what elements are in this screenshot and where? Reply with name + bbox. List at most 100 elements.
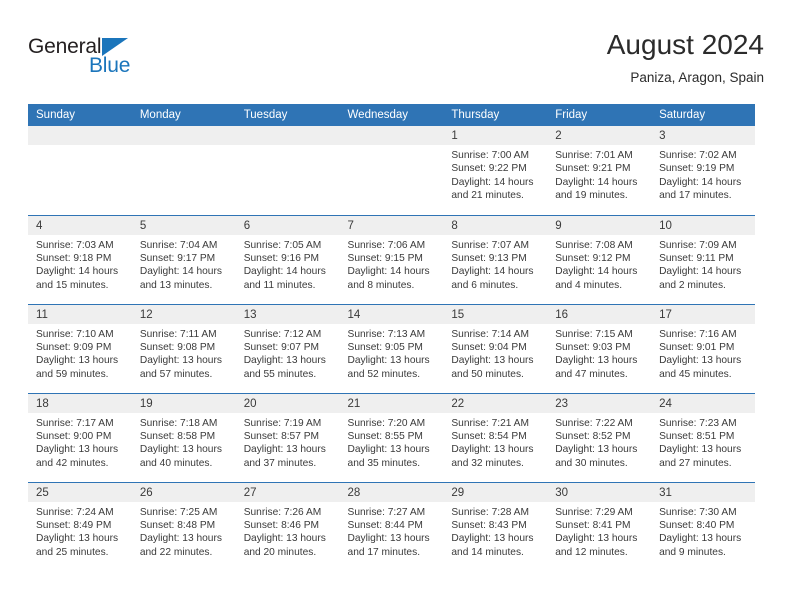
sunset-text: Sunset: 8:52 PM	[555, 430, 631, 442]
sunrise-text: Sunrise: 7:10 AM	[36, 328, 114, 340]
sunset-text: Sunset: 9:15 PM	[347, 252, 423, 264]
calendar-day-cell-empty	[28, 126, 132, 215]
day-number: 15	[443, 304, 548, 324]
day-number: 21	[339, 393, 444, 413]
weekday-header-tuesday: Tuesday	[235, 104, 340, 126]
calendar-day-cell[interactable]: 29 Sunrise: 7:28 AM Sunset: 8:43 PM Dayligh…	[443, 481, 548, 571]
sunset-text: Sunset: 8:46 PM	[243, 519, 320, 531]
sunrise-text: Sunrise: 7:26 AM	[243, 506, 322, 518]
sunset-text: Sunset: 8:57 PM	[243, 430, 320, 442]
day-details: Sunrise: 7:09 AM Sunset: 9:11 PM Daylight:…	[651, 235, 755, 293]
calendar-day-cell[interactable]: 18 Sunrise: 7:17 AM Sunset: 9:00 PM Dayligh…	[28, 392, 132, 482]
sunset-text: Sunset: 8:43 PM	[451, 519, 527, 531]
daylight-text: Daylight: 13 hours and 17 minutes.	[347, 533, 430, 558]
calendar-day-cell[interactable]: 21 Sunrise: 7:20 AM Sunset: 8:55 PM Dayligh…	[339, 392, 444, 482]
sunset-text: Sunset: 9:04 PM	[451, 341, 527, 353]
day-details: Sunrise: 7:23 AM Sunset: 8:51 PM Daylight:…	[651, 413, 755, 471]
calendar-day-cell[interactable]: 24 Sunrise: 7:23 AM Sunset: 8:51 PM Dayligh…	[651, 392, 755, 482]
calendar-week-row: 18 Sunrise: 7:17 AM Sunset: 9:00 PM Dayligh…	[28, 392, 755, 482]
day-number: 6	[235, 215, 340, 235]
day-number	[131, 126, 236, 145]
sunrise-text: Sunrise: 7:16 AM	[659, 328, 737, 340]
daylight-text: Daylight: 13 hours and 12 minutes.	[555, 533, 638, 558]
day-details: Sunrise: 7:16 AM Sunset: 9:01 PM Daylight:…	[651, 324, 755, 382]
daylight-text: Daylight: 13 hours and 47 minutes.	[555, 355, 638, 380]
sunset-text: Sunset: 9:07 PM	[243, 341, 320, 353]
sunset-text: Sunset: 9:08 PM	[139, 341, 216, 353]
day-details: Sunrise: 7:27 AM Sunset: 8:44 PM Daylight:…	[340, 502, 444, 560]
calendar-day-cell[interactable]: 22 Sunrise: 7:21 AM Sunset: 8:54 PM Dayligh…	[443, 392, 548, 482]
day-number: 28	[339, 482, 444, 502]
day-details	[28, 145, 132, 149]
daylight-text: Daylight: 13 hours and 59 minutes.	[36, 355, 119, 380]
day-details: Sunrise: 7:13 AM Sunset: 9:05 PM Daylight:…	[340, 324, 444, 382]
day-number: 27	[235, 482, 340, 502]
calendar-day-cell[interactable]: 11 Sunrise: 7:10 AM Sunset: 9:09 PM Dayligh…	[28, 303, 132, 393]
daylight-text: Daylight: 14 hours and 2 minutes.	[659, 266, 742, 291]
day-details: Sunrise: 7:02 AM Sunset: 9:19 PM Daylight:…	[651, 145, 755, 203]
day-details: Sunrise: 7:30 AM Sunset: 8:40 PM Daylight:…	[651, 502, 755, 560]
calendar-day-cell[interactable]: 2 Sunrise: 7:01 AM Sunset: 9:21 PM Daylight…	[547, 126, 652, 215]
daylight-text: Daylight: 14 hours and 21 minutes.	[451, 176, 534, 202]
calendar-week-row: 11 Sunrise: 7:10 AM Sunset: 9:09 PM Dayligh…	[28, 303, 755, 393]
calendar-day-cell[interactable]: 27 Sunrise: 7:26 AM Sunset: 8:46 PM Dayligh…	[235, 481, 340, 571]
sunrise-text: Sunrise: 7:07 AM	[451, 239, 529, 251]
calendar-day-cell[interactable]: 17 Sunrise: 7:16 AM Sunset: 9:01 PM Dayligh…	[651, 303, 755, 393]
calendar-day-cell[interactable]: 10 Sunrise: 7:09 AM Sunset: 9:11 PM Dayligh…	[651, 214, 755, 304]
day-details: Sunrise: 7:12 AM Sunset: 9:07 PM Daylight:…	[236, 324, 340, 382]
calendar-day-cell[interactable]: 1 Sunrise: 7:00 AM Sunset: 9:22 PM Daylight…	[443, 126, 548, 215]
calendar-day-cell-empty	[235, 126, 340, 215]
calendar-day-cell[interactable]: 26 Sunrise: 7:25 AM Sunset: 8:48 PM Dayligh…	[131, 481, 236, 571]
calendar-day-cell[interactable]: 6 Sunrise: 7:05 AM Sunset: 9:16 PM Daylight…	[235, 214, 340, 304]
day-number: 7	[339, 215, 444, 235]
general-blue-logo[interactable]: General Blue	[28, 36, 168, 84]
day-details: Sunrise: 7:15 AM Sunset: 9:03 PM Daylight:…	[547, 324, 651, 382]
sunrise-text: Sunrise: 7:12 AM	[243, 328, 322, 340]
calendar-week-row: 1 Sunrise: 7:00 AM Sunset: 9:22 PM Daylight…	[28, 126, 755, 215]
calendar-day-cell[interactable]: 14 Sunrise: 7:13 AM Sunset: 9:05 PM Dayligh…	[339, 303, 444, 393]
calendar-day-cell[interactable]: 8 Sunrise: 7:07 AM Sunset: 9:13 PM Daylight…	[443, 214, 548, 304]
day-number: 22	[443, 393, 548, 413]
day-number: 16	[547, 304, 652, 324]
calendar-day-cell[interactable]: 25 Sunrise: 7:24 AM Sunset: 8:49 PM Dayligh…	[28, 481, 132, 571]
sunrise-text: Sunrise: 7:29 AM	[555, 506, 633, 518]
day-number: 30	[547, 482, 652, 502]
daylight-text: Daylight: 14 hours and 11 minutes.	[243, 266, 326, 291]
day-details: Sunrise: 7:10 AM Sunset: 9:09 PM Daylight:…	[28, 324, 132, 382]
calendar-body: 1 Sunrise: 7:00 AM Sunset: 9:22 PM Daylight…	[28, 126, 755, 571]
sunset-text: Sunset: 9:00 PM	[36, 430, 112, 442]
calendar-day-cell[interactable]: 7 Sunrise: 7:06 AM Sunset: 9:15 PM Daylight…	[339, 214, 444, 304]
sunset-text: Sunset: 9:16 PM	[243, 252, 320, 264]
sunrise-text: Sunrise: 7:28 AM	[451, 506, 529, 518]
daylight-text: Daylight: 13 hours and 55 minutes.	[243, 355, 326, 380]
calendar-day-cell[interactable]: 9 Sunrise: 7:08 AM Sunset: 9:12 PM Daylight…	[547, 214, 652, 304]
calendar-page: General Blue August 2024 Paniza, Aragon,…	[0, 0, 792, 612]
calendar-day-cell[interactable]: 20 Sunrise: 7:19 AM Sunset: 8:57 PM Dayligh…	[235, 392, 340, 482]
sunrise-text: Sunrise: 7:08 AM	[555, 239, 633, 251]
calendar-day-cell[interactable]: 15 Sunrise: 7:14 AM Sunset: 9:04 PM Dayligh…	[443, 303, 548, 393]
calendar-day-cell[interactable]: 30 Sunrise: 7:29 AM Sunset: 8:41 PM Dayligh…	[547, 481, 652, 571]
sunrise-text: Sunrise: 7:25 AM	[139, 506, 218, 518]
sunset-text: Sunset: 9:09 PM	[36, 341, 112, 353]
calendar-day-cell[interactable]: 23 Sunrise: 7:22 AM Sunset: 8:52 PM Dayligh…	[547, 392, 652, 482]
daylight-text: Daylight: 13 hours and 40 minutes.	[139, 444, 222, 469]
sunset-text: Sunset: 8:54 PM	[451, 430, 527, 442]
calendar-day-cell[interactable]: 16 Sunrise: 7:15 AM Sunset: 9:03 PM Dayligh…	[547, 303, 652, 393]
calendar-day-cell[interactable]: 3 Sunrise: 7:02 AM Sunset: 9:19 PM Daylight…	[651, 126, 755, 215]
calendar-day-cell-empty	[339, 126, 444, 215]
calendar-day-cell[interactable]: 31 Sunrise: 7:30 AM Sunset: 8:40 PM Dayligh…	[651, 481, 755, 571]
sunrise-text: Sunrise: 7:09 AM	[659, 239, 737, 251]
calendar-day-cell[interactable]: 12 Sunrise: 7:11 AM Sunset: 9:08 PM Dayligh…	[131, 303, 236, 393]
daylight-text: Daylight: 14 hours and 13 minutes.	[139, 266, 222, 291]
sunrise-text: Sunrise: 7:01 AM	[555, 150, 633, 161]
calendar-day-cell[interactable]: 28 Sunrise: 7:27 AM Sunset: 8:44 PM Dayligh…	[339, 481, 444, 571]
day-details: Sunrise: 7:17 AM Sunset: 9:00 PM Daylight:…	[28, 413, 132, 471]
calendar-day-cell[interactable]: 19 Sunrise: 7:18 AM Sunset: 8:58 PM Dayligh…	[131, 392, 236, 482]
weekday-header-row: Sunday Monday Tuesday Wednesday Thursday Frid…	[28, 104, 755, 126]
calendar-day-cell[interactable]: 13 Sunrise: 7:12 AM Sunset: 9:07 PM Dayligh…	[235, 303, 340, 393]
day-number: 24	[651, 393, 755, 413]
calendar-day-cell[interactable]: 5 Sunrise: 7:04 AM Sunset: 9:17 PM Daylight…	[131, 214, 236, 304]
daylight-text: Daylight: 13 hours and 35 minutes.	[347, 444, 430, 469]
sunset-text: Sunset: 9:17 PM	[139, 252, 216, 264]
calendar-day-cell[interactable]: 4 Sunrise: 7:03 AM Sunset: 9:18 PM Daylight…	[28, 214, 132, 304]
